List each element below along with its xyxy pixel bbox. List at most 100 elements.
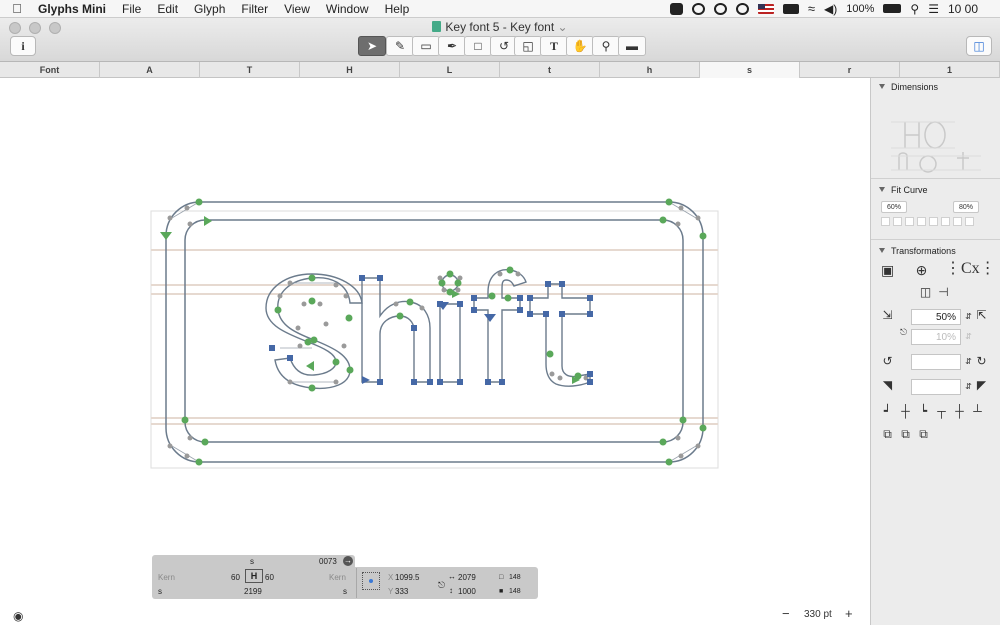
apple-icon[interactable]:  [0,1,34,16]
menu-file[interactable]: File [114,0,149,18]
fit-curve-button[interactable] [929,217,938,226]
right-group[interactable]: s [343,587,347,596]
fit-curve-right-field[interactable]: 80% [953,201,979,213]
info-circle-icon[interactable] [735,2,749,15]
spotlight-icon[interactable]: ⚲ [910,2,919,16]
text-tool-icon[interactable]: T [540,36,568,56]
x-value[interactable]: 1099.5 [395,573,419,582]
measure-tool-icon[interactable]: ▬ [618,36,646,56]
fit-curve-button[interactable] [917,217,926,226]
tab-h-lower[interactable]: h [600,62,700,78]
tab-r[interactable]: r [800,62,900,78]
window-title[interactable]: Key font 5 - Key font ⌄ [0,20,1000,34]
slant-field[interactable] [911,379,961,395]
zoom-out-button[interactable]: − [782,606,790,621]
rotate-stepper-icon[interactable]: ⇵ [962,355,975,368]
fit-curve-button[interactable] [941,217,950,226]
align-middle-icon[interactable]: ┼ [953,405,966,418]
fit-curve-left-field[interactable]: 60% [881,201,907,213]
scale-field[interactable]: 50% [911,309,961,325]
dimensions-preview[interactable] [871,94,1000,174]
fit-curve-header[interactable]: Fit Curve [871,183,1000,197]
battery-icon[interactable] [883,4,902,13]
scale-secondary-field[interactable]: 10% [911,329,961,345]
fit-curve-button[interactable] [905,217,914,226]
tab-t-lower[interactable]: t [500,62,600,78]
zoom-in-button[interactable]: + [845,606,853,621]
align-left-icon[interactable]: ┙ [881,405,894,418]
custom-origin-icon[interactable]: ⋮Cx⋮ [945,261,996,277]
menu-edit[interactable]: Edit [149,0,186,18]
eraser-tool-icon[interactable]: ▭ [412,36,440,56]
width-value[interactable]: 2199 [244,587,262,596]
rotate-right-icon[interactable]: ↻ [975,355,988,368]
fit-curve-button[interactable] [893,217,902,226]
align-bottom-icon[interactable]: ┴ [971,405,984,418]
unicode-value[interactable]: 0073 [319,557,337,566]
sync-icon[interactable] [713,2,727,15]
creative-cloud-icon[interactable] [691,2,705,15]
tab-l[interactable]: L [400,62,500,78]
scale-up-icon[interactable]: ⇱ [975,309,988,322]
rectangle-tool-icon[interactable]: □ [464,36,492,56]
rsb-value[interactable]: 60 [265,573,274,582]
slant-left-icon[interactable]: ◥ [881,379,894,392]
union-icon[interactable]: ⧉ [881,428,894,441]
rotate-left-icon[interactable]: ↺ [881,355,894,368]
tab-font[interactable]: Font [0,62,100,78]
zoom-tool-icon[interactable]: ⚲ [592,36,620,56]
select-tool-icon[interactable]: ➤ [358,36,386,56]
menu-view[interactable]: View [276,0,318,18]
menu-app-name[interactable]: Glyphs Mini [34,0,114,18]
menu-help[interactable]: Help [377,0,418,18]
scale-secondary-stepper-icon[interactable]: ⇵ [962,330,975,343]
hand-tool-icon[interactable]: ✋ [566,36,594,56]
transformations-header[interactable]: Transformations [871,244,1000,258]
crosshair-origin-icon[interactable]: ⊕ [915,263,928,277]
pen-tool-icon[interactable]: ✒ [438,36,466,56]
tab-t[interactable]: T [200,62,300,78]
slant-stepper-icon[interactable]: ⇵ [962,380,975,393]
menu-filter[interactable]: Filter [233,0,276,18]
edit-canvas[interactable] [0,78,870,625]
fit-curve-button[interactable] [881,217,890,226]
align-top-icon[interactable]: ┬ [935,405,948,418]
fit-curve-button[interactable] [965,217,974,226]
tab-h[interactable]: H [300,62,400,78]
preview-eye-icon[interactable]: ◉ [13,609,23,623]
add-unicode-icon[interactable]: → [343,556,353,566]
lock-icon[interactable]: ⎋ [438,580,445,591]
scale-down-icon[interactable]: ⇲ [881,309,894,322]
slant-right-icon[interactable]: ◤ [975,379,988,392]
align-right-icon[interactable]: ┕ [917,405,930,418]
align-center-icon[interactable]: ┼ [899,405,912,418]
flip-horizontal-icon[interactable]: ◫ [919,286,932,299]
fit-curve-button[interactable] [953,217,962,226]
battery-percent[interactable]: 100% [846,3,874,15]
rotate-field[interactable] [911,354,961,370]
proportional-lock-icon[interactable]: ⎋ [897,326,910,339]
tab-s[interactable]: s [700,62,800,78]
user-list-icon[interactable]: ☰ [928,2,939,16]
zoom-value[interactable]: 330 pt [804,609,832,620]
draw-tool-icon[interactable]: ✎ [386,36,414,56]
menu-window[interactable]: Window [318,0,377,18]
glyph-name[interactable]: s [250,557,254,566]
flip-vertical-icon[interactable]: ⊣ [937,286,950,299]
subtract-icon[interactable]: ⧉ [899,428,912,441]
display-icon[interactable] [782,3,799,14]
info-icon[interactable]: i [10,36,36,56]
h-value[interactable]: 1000 [458,587,476,596]
w-value[interactable]: 2079 [458,573,476,582]
lsb-value[interactable]: 60 [231,573,240,582]
tab-1[interactable]: 1 [900,62,1000,78]
chevron-down-icon[interactable]: ⌄ [558,20,568,34]
scale-tool-icon[interactable]: ◱ [514,36,542,56]
tab-a[interactable]: A [100,62,200,78]
us-flag-icon[interactable] [757,3,774,14]
sidebar-toggle-icon[interactable]: ◫ [966,36,992,56]
wifi-icon[interactable]: ≈ [808,1,815,16]
bounding-box-origin-icon[interactable]: ▣ [881,263,894,277]
scale-stepper-icon[interactable]: ⇵ [962,310,975,323]
anchor-grid-icon[interactable] [362,572,380,590]
